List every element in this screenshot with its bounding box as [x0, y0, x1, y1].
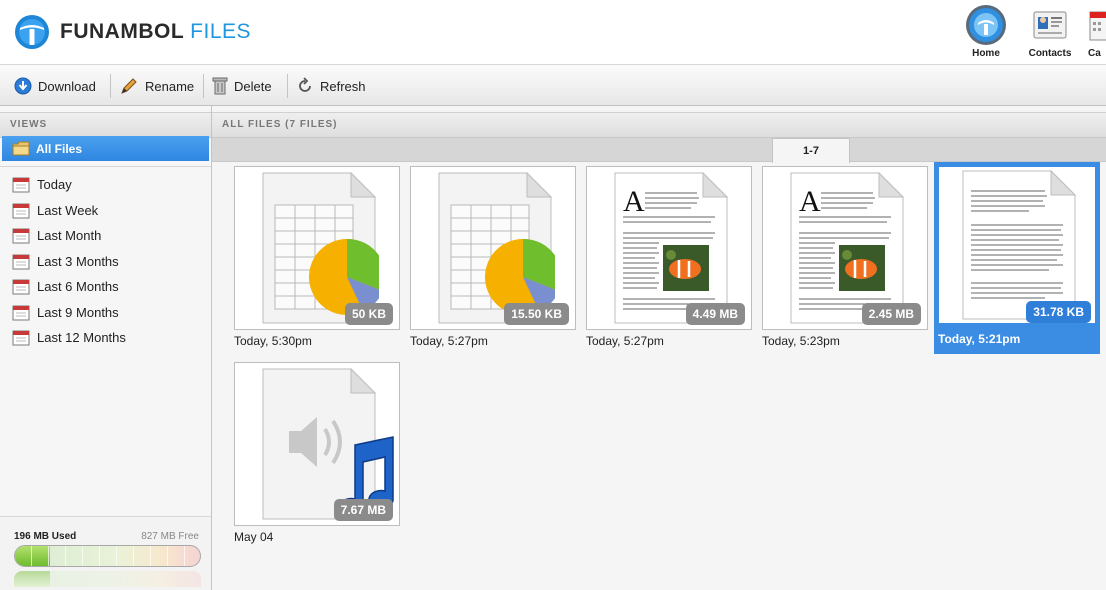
file-thumbnail: 31.78 KB [938, 166, 1096, 324]
sidebar-item-label: Last 9 Months [37, 304, 119, 320]
sidebar-item-label: Last Month [37, 228, 102, 244]
delete-button[interactable]: Delete [212, 75, 272, 97]
text-document-file-icon [962, 169, 1077, 320]
files-title: ALL FILES (7 FILES) [222, 119, 338, 130]
sidebar-item-last-9-months[interactable]: Last 9 Months [12, 300, 126, 326]
file-size-badge: 50 KB [344, 303, 393, 325]
app-brand: FUNAMBOL FILES [60, 20, 251, 44]
storage-bar-ticks [15, 546, 200, 566]
brand-secondary: FILES [190, 20, 252, 43]
file-date: Today, 5:23pm [762, 334, 840, 348]
sidebar-item-last-month[interactable]: Last Month [12, 223, 126, 249]
folder-icon [12, 141, 30, 156]
sidebar-item-label: Last 3 Months [37, 253, 119, 269]
download-icon [14, 77, 32, 95]
sidebar-item-last-week[interactable]: Last Week [12, 198, 126, 224]
calendar-icon [12, 254, 30, 270]
calendar-icon [1089, 11, 1106, 41]
file-size-badge: 15.50 KB [504, 303, 569, 325]
home-app-button[interactable]: Home [958, 4, 1014, 62]
files-header: ALL FILES (7 FILES) [212, 112, 1106, 138]
page-tab[interactable]: 1-7 [772, 138, 850, 163]
file-thumbnail: A 2.45 MB [762, 166, 928, 330]
file-thumbnail: 50 KB [234, 166, 400, 330]
calendar-icon [12, 177, 30, 193]
pencil-icon [121, 78, 137, 94]
file-tile[interactable]: 7.67 MB May 04 [234, 362, 400, 554]
sidebar-divider [0, 166, 211, 167]
file-date: Today, 5:27pm [586, 334, 664, 348]
brand-primary: FUNAMBOL [60, 20, 185, 43]
file-tile[interactable]: 15.50 KB Today, 5:27pm [410, 166, 576, 358]
refresh-icon [299, 77, 311, 92]
file-thumbnail: 15.50 KB [410, 166, 576, 330]
storage-bar-reflection-fill [14, 571, 50, 587]
sidebar-item-label: All Files [36, 141, 83, 156]
rename-label: Rename [145, 78, 195, 94]
svg-text:A: A [623, 185, 645, 218]
file-size-badge: 4.49 MB [685, 303, 745, 325]
calendar-icon [12, 203, 30, 219]
file-tile[interactable]: 50 KB Today, 5:30pm [234, 166, 400, 358]
calendar-label: Ca [1088, 48, 1101, 59]
toolbar-divider [110, 74, 111, 98]
app-header: FUNAMBOL FILES Home Contacts Ca [0, 0, 1106, 64]
storage-free: 827 MB Free [141, 531, 199, 542]
toolbar: Download Rename Delete Refresh [0, 64, 1106, 106]
home-icon [966, 5, 1006, 45]
file-date: May 04 [234, 530, 274, 544]
refresh-button[interactable]: Refresh [296, 75, 366, 97]
calendar-icon [12, 228, 30, 244]
views-sidebar: VIEWS All Files Today Last Week Last Mon… [0, 106, 212, 590]
calendar-app-button[interactable]: Ca [1086, 4, 1106, 62]
files-panel: ALL FILES (7 FILES) 1-7 50 KB Today, 5:3… [212, 106, 1106, 590]
sidebar-item-label: Last 6 Months [37, 279, 119, 295]
calendar-icon [12, 305, 30, 321]
file-thumbnail: 7.67 MB [234, 362, 400, 526]
storage-used: 196 MB Used [14, 531, 77, 542]
sidebar-item-label: Last 12 Months [37, 330, 126, 346]
sidebar-item-last-3-months[interactable]: Last 3 Months [12, 249, 126, 275]
file-date: Today, 5:21pm [938, 332, 1021, 346]
svg-text:A: A [799, 185, 821, 218]
calendar-icon [12, 330, 30, 346]
date-filter-list: Today Last Week Last Month Last 3 Months… [12, 172, 126, 351]
home-label: Home [972, 48, 1000, 59]
download-label: Download [38, 78, 96, 94]
file-date: Today, 5:27pm [410, 334, 488, 348]
views-title: VIEWS [10, 119, 48, 130]
pager-strip: 1-7 [212, 138, 1106, 163]
file-thumbnail: A 4.49 MB [586, 166, 752, 330]
file-size-badge: 2.45 MB [861, 303, 921, 325]
funambol-logo-icon [15, 15, 49, 49]
sidebar-item-label: Last Week [37, 202, 99, 218]
calendar-icon [12, 279, 30, 295]
trash-icon [212, 77, 228, 95]
rename-button[interactable]: Rename [119, 75, 194, 97]
storage-meter: 196 MB Used 827 MB Free [0, 516, 211, 590]
contacts-label: Contacts [1028, 48, 1072, 59]
file-date: Today, 5:30pm [234, 334, 312, 348]
file-tile[interactable]: A 4.49 MB Today, 5:27pm [586, 166, 752, 358]
file-size-badge: 31.78 KB [1026, 301, 1091, 323]
toolbar-divider [203, 74, 204, 98]
download-button[interactable]: Download [14, 75, 96, 97]
views-header: VIEWS [0, 112, 211, 138]
sidebar-item-label: Today [37, 177, 72, 193]
delete-label: Delete [234, 78, 272, 94]
contacts-icon [1033, 11, 1067, 39]
file-tile-selected[interactable]: 31.78 KB Today, 5:21pm [934, 162, 1100, 354]
contacts-app-button[interactable]: Contacts [1022, 4, 1078, 62]
refresh-label: Refresh [320, 78, 366, 94]
sidebar-item-today[interactable]: Today [12, 172, 126, 198]
sidebar-item-last-12-months[interactable]: Last 12 Months [12, 325, 126, 351]
storage-bar-reflection [14, 571, 201, 587]
file-tile[interactable]: A 2.45 MB Today, 5:23pm [762, 166, 928, 358]
sidebar-item-last-6-months[interactable]: Last 6 Months [12, 274, 126, 300]
toolbar-divider [287, 74, 288, 98]
storage-bar [14, 545, 201, 567]
sidebar-item-all-files[interactable]: All Files [2, 136, 209, 161]
file-size-badge: 7.67 MB [333, 499, 393, 521]
